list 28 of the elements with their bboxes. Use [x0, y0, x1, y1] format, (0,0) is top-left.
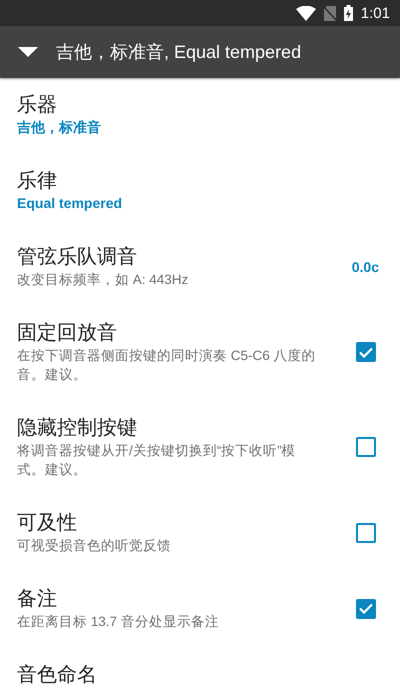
setting-summary: 在按下调音器侧面按键的同时演奏 C5-C6 八度的音。建议。 — [17, 347, 317, 384]
check-icon — [359, 346, 373, 358]
setting-title[interactable]: 备注 — [17, 586, 57, 612]
setting-summary: 将调音器按键从开/关按键切换到“按下收听”模式。建议。 — [17, 442, 297, 479]
toolbar-title: 吉他，标准音, Equal tempered — [56, 41, 302, 64]
setting-title[interactable]: 乐器 — [17, 92, 57, 118]
setting-title[interactable]: 可及性 — [17, 510, 77, 536]
battery-charging-icon — [344, 5, 353, 21]
setting-title[interactable]: 固定回放音 — [17, 320, 117, 346]
setting-summary: 改变目标频率，如 A: 443Hz — [17, 271, 190, 289]
checkbox[interactable] — [356, 342, 376, 362]
checkbox[interactable] — [356, 522, 376, 542]
checkbox[interactable] — [356, 437, 376, 457]
setting-reading: 0.0c — [352, 258, 379, 274]
clock: 1:01 — [360, 4, 390, 22]
no-sim-icon — [324, 6, 336, 20]
setting-title[interactable]: 隐藏控制按键 — [17, 415, 137, 441]
dropdown-button[interactable] — [18, 47, 38, 57]
setting-title[interactable]: 管弦乐队调音 — [17, 244, 137, 270]
setting-value: 吉他，标准音 — [17, 118, 101, 137]
wifi-icon — [296, 6, 316, 20]
check-icon — [359, 603, 373, 614]
setting-title[interactable]: 乐律 — [17, 168, 57, 194]
setting-summary: 在距离目标 13.7 音分处显示备注 — [17, 613, 220, 631]
checkbox[interactable] — [356, 598, 376, 618]
setting-summary: 可视受损音色的听觉反馈 — [17, 537, 172, 555]
setting-value: Equal tempered — [17, 194, 122, 213]
setting-title[interactable]: 音色命名 — [17, 662, 97, 688]
